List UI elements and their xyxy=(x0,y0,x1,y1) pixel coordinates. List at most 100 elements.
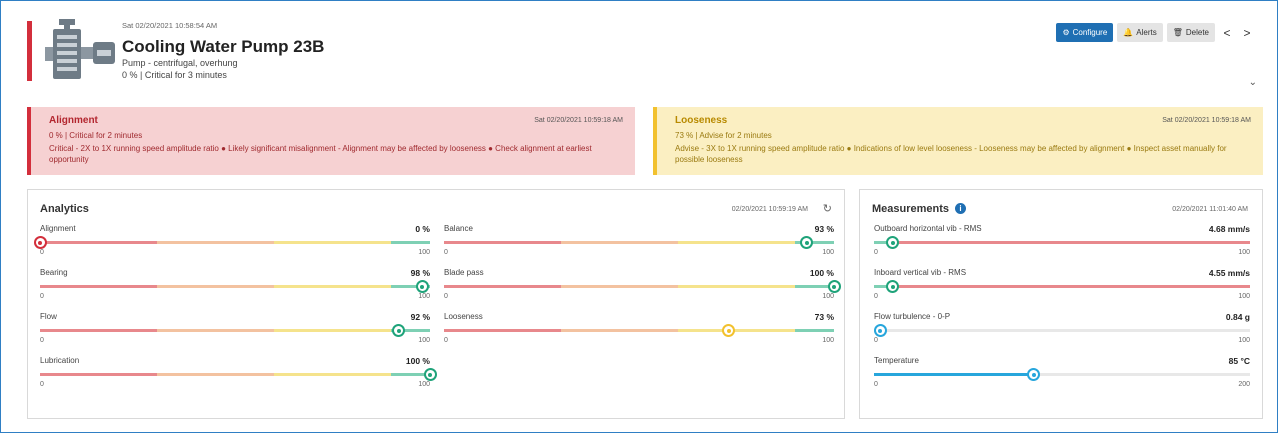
gauge-label: Flow turbulence - 0-P xyxy=(874,312,951,321)
delete-label: Delete xyxy=(1185,28,1209,37)
analytics-title: Analytics xyxy=(40,203,89,215)
gauge-label: Alignment xyxy=(40,224,76,233)
gauge-min: 0 xyxy=(40,293,44,300)
gauge-min: 0 xyxy=(40,249,44,256)
gauge-marker[interactable] xyxy=(873,324,887,337)
gauge-value: 85 °C xyxy=(1228,356,1250,366)
gauge-marker[interactable] xyxy=(886,236,900,249)
alert-summary: 0 % | Critical for 2 minutes xyxy=(49,131,143,140)
measurements-title: Measurements xyxy=(872,203,950,215)
gauge-segment xyxy=(274,329,391,332)
gauge-segment xyxy=(795,329,834,332)
gauge-track xyxy=(444,329,834,332)
analytics-gauge: Blade pass 100 % 0 100 xyxy=(444,268,841,308)
gauge-track xyxy=(40,241,430,244)
analytics-time: 02/20/2021 10:59:19 AM xyxy=(731,206,808,213)
info-icon[interactable]: i xyxy=(955,203,967,214)
previous-asset-button[interactable]: < xyxy=(1219,26,1235,40)
gauge-segment xyxy=(678,285,795,288)
gauge-marker[interactable] xyxy=(392,324,406,337)
gauge-track xyxy=(444,285,834,288)
gauge-segment xyxy=(157,373,274,376)
gauge-segment xyxy=(40,373,157,376)
gauge-min: 0 xyxy=(874,381,878,388)
gauge-track xyxy=(40,373,430,376)
gauge-min: 0 xyxy=(874,337,878,344)
status-strip xyxy=(27,21,32,81)
gauge-marker[interactable] xyxy=(827,280,841,293)
gauge-track xyxy=(444,241,834,244)
gauge-value: 4.68 mm/s xyxy=(1208,224,1250,234)
analytics-gauge: Alignment 0 % 0 100 xyxy=(33,224,430,264)
gauge-max: 100 xyxy=(822,293,834,300)
gauge-segment xyxy=(444,329,561,332)
gauge-marker[interactable] xyxy=(722,324,736,337)
gauge-segment xyxy=(678,241,795,244)
alert-card-looseness[interactable]: Looseness Sat 02/20/2021 10:59:18 AM 73 … xyxy=(653,107,1263,175)
gauge-label: Looseness xyxy=(444,312,483,321)
gauge-max: 100 xyxy=(418,381,430,388)
measurement-gauge: Outboard horizontal vib - RMS 4.68 mm/s 0 1… xyxy=(874,224,1250,264)
gauge-segment xyxy=(561,285,678,288)
analytics-panel: Analytics 02/20/2021 10:59:19 AM ↻ Align… xyxy=(27,189,845,419)
gauge-marker[interactable] xyxy=(415,280,429,293)
gauge-segment xyxy=(157,241,274,244)
gauge-label: Temperature xyxy=(874,356,919,365)
gauge-max: 100 xyxy=(822,337,834,344)
gauge-segment xyxy=(678,329,795,332)
gauge-segment xyxy=(157,285,274,288)
trash-icon: 🗑 xyxy=(1172,28,1183,37)
measurements-title-wrap: Measurements i xyxy=(872,203,967,215)
gauge-track-fill xyxy=(874,373,1034,376)
gauge-value: 4.55 mm/s xyxy=(1208,268,1250,278)
alert-card-alignment[interactable]: Alignment Sat 02/20/2021 10:59:18 AM 0 %… xyxy=(27,107,635,175)
gauge-label: Balance xyxy=(444,224,473,233)
gauge-value: 93 % xyxy=(814,224,834,234)
gauge-value: 73 % xyxy=(814,312,834,322)
next-asset-button[interactable]: > xyxy=(1239,26,1255,40)
gauge-segment xyxy=(561,241,678,244)
gauge-marker[interactable] xyxy=(423,368,437,381)
gauge-track xyxy=(874,241,1250,244)
gauge-min: 0 xyxy=(444,337,448,344)
gauge-segment xyxy=(157,329,274,332)
gauge-marker[interactable] xyxy=(1027,368,1041,381)
alert-time: Sat 02/20/2021 10:59:18 AM xyxy=(1162,117,1251,124)
alerts-button[interactable]: 🔔 Alerts xyxy=(1117,23,1163,42)
gauge-marker[interactable] xyxy=(33,236,47,249)
refresh-icon[interactable]: ↻ xyxy=(823,202,832,215)
asset-header: Sat 02/20/2021 10:58:54 AM Cooling Water… xyxy=(27,17,1263,95)
alert-summary: 73 % | Advise for 2 minutes xyxy=(675,131,772,140)
gauge-segment xyxy=(274,285,391,288)
chevron-down-icon[interactable]: ⌄ xyxy=(1249,77,1257,88)
measurement-gauge: Temperature 85 °C 0 200 xyxy=(874,356,1250,396)
gauge-marker[interactable] xyxy=(886,280,900,293)
gauge-segment xyxy=(274,241,391,244)
gauge-min: 0 xyxy=(444,293,448,300)
gauge-segment xyxy=(40,329,157,332)
gauge-value: 98 % xyxy=(410,268,430,278)
measurements-panel: Measurements i 02/20/2021 11:01:40 AM Out… xyxy=(859,189,1263,419)
gauge-marker[interactable] xyxy=(800,236,814,249)
gauge-track xyxy=(874,329,1250,332)
asset-type: Pump - centrifugal, overhung xyxy=(122,58,238,68)
gauge-label: Flow xyxy=(40,312,57,321)
analytics-gauge: Looseness 73 % 0 100 xyxy=(444,312,834,352)
bell-icon: 🔔 xyxy=(1123,28,1134,37)
gauge-track xyxy=(874,285,1250,288)
gauge-segment xyxy=(40,241,157,244)
configure-button[interactable]: ⚙ Configure xyxy=(1056,23,1114,42)
gauge-max: 200 xyxy=(1238,381,1250,388)
gauge-max: 100 xyxy=(418,293,430,300)
gauge-max: 100 xyxy=(1238,249,1250,256)
measurement-gauge: Inboard vertical vib - RMS 4.55 mm/s 0 100 xyxy=(874,268,1250,308)
gauge-label: Bearing xyxy=(40,268,68,277)
alert-time: Sat 02/20/2021 10:59:18 AM xyxy=(534,117,623,124)
delete-button[interactable]: 🗑 Delete xyxy=(1166,23,1215,42)
asset-toolbar: ⚙ Configure 🔔 Alerts 🗑 Delete < > xyxy=(1056,23,1255,42)
alert-detail: Advise - 3X to 1X running speed amplitud… xyxy=(675,144,1227,164)
gauge-value: 0.84 g xyxy=(1225,312,1250,322)
analytics-gauge: Lubrication 100 % 0 100 xyxy=(40,356,437,396)
alert-detail: Critical - 2X to 1X running speed amplit… xyxy=(49,144,592,164)
gauge-label: Lubrication xyxy=(40,356,80,365)
